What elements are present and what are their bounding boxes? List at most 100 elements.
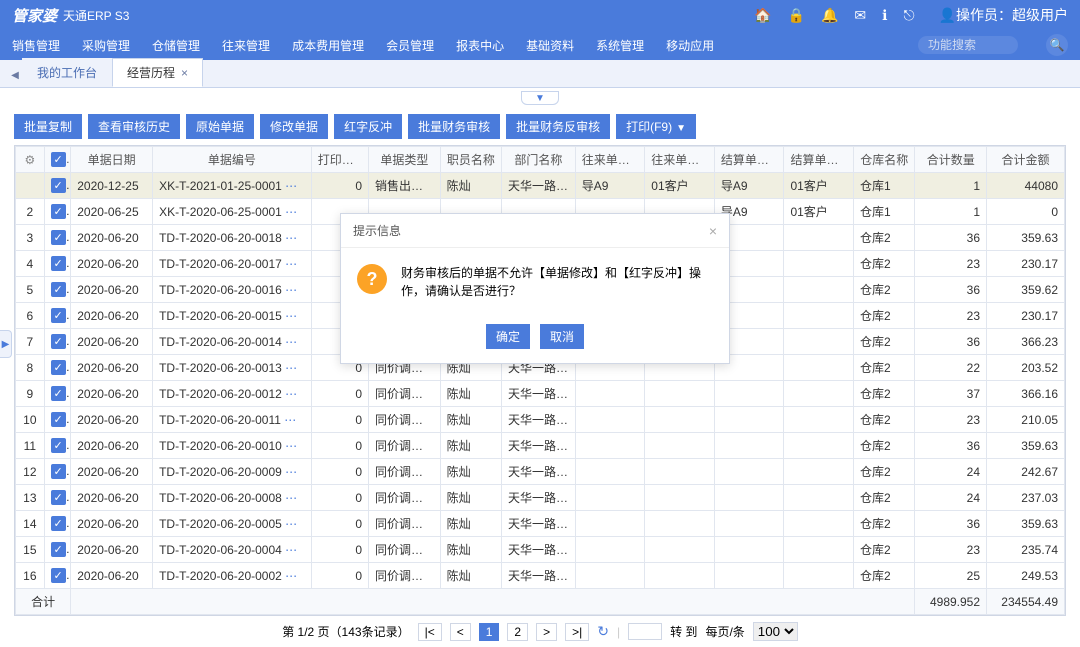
table-row[interactable]: 10✓2020-06-20TD-T-2020-06-20-0011 ⋯0同价调拨… bbox=[16, 407, 1065, 433]
batch-copy-button[interactable]: 批量复制 bbox=[14, 114, 82, 139]
dialog-ok-button[interactable]: 确定 bbox=[486, 324, 530, 349]
col-settle-code[interactable]: 结算单位编号 bbox=[714, 147, 784, 173]
select-all-checkbox[interactable]: ✓ bbox=[51, 152, 66, 167]
side-expand-handle[interactable]: ▶ bbox=[0, 330, 12, 358]
lock-icon[interactable]: 🔒 bbox=[788, 7, 805, 24]
dialog-close-icon[interactable]: × bbox=[709, 223, 717, 239]
detail-icon[interactable]: ⋯ bbox=[285, 361, 296, 375]
detail-icon[interactable]: ⋯ bbox=[284, 413, 295, 427]
detail-icon[interactable]: ⋯ bbox=[285, 543, 296, 557]
function-search-input[interactable] bbox=[928, 38, 1008, 52]
table-row[interactable]: 9✓2020-06-20TD-T-2020-06-20-0012 ⋯0同价调拨单… bbox=[16, 381, 1065, 407]
detail-icon[interactable]: ⋯ bbox=[285, 465, 296, 479]
pager-next-icon[interactable]: > bbox=[536, 623, 557, 641]
pager-jump-input[interactable] bbox=[628, 623, 662, 640]
detail-icon[interactable]: ⋯ bbox=[285, 179, 296, 193]
pager-prev-icon[interactable]: < bbox=[450, 623, 471, 641]
tab-history[interactable]: 经营历程× bbox=[112, 58, 203, 87]
edit-doc-button[interactable]: 修改单据 bbox=[260, 114, 328, 139]
pager-perpage-select[interactable]: 100 bbox=[753, 622, 798, 641]
row-checkbox[interactable]: ✓ bbox=[51, 386, 66, 401]
menu-base[interactable]: 基础资料 bbox=[526, 37, 574, 54]
row-checkbox[interactable]: ✓ bbox=[51, 230, 66, 245]
row-checkbox[interactable]: ✓ bbox=[51, 282, 66, 297]
col-date[interactable]: 单据日期 bbox=[71, 147, 153, 173]
detail-icon[interactable]: ⋯ bbox=[285, 387, 296, 401]
pager-jump-label[interactable]: 转 到 bbox=[670, 623, 697, 640]
detail-icon[interactable]: ⋯ bbox=[285, 335, 296, 349]
col-type[interactable]: 单据类型 bbox=[369, 147, 441, 173]
detail-icon[interactable]: ⋯ bbox=[285, 569, 296, 583]
row-checkbox[interactable]: ✓ bbox=[51, 204, 66, 219]
table-row[interactable]: 13✓2020-06-20TD-T-2020-06-20-0008 ⋯0同价调拨… bbox=[16, 485, 1065, 511]
row-checkbox[interactable]: ✓ bbox=[51, 464, 66, 479]
col-wh[interactable]: 仓库名称 bbox=[854, 147, 915, 173]
detail-icon[interactable]: ⋯ bbox=[285, 231, 296, 245]
col-settle-name[interactable]: 结算单位名称 bbox=[784, 147, 854, 173]
batch-audit-button[interactable]: 批量财务审核 bbox=[408, 114, 500, 139]
function-search[interactable] bbox=[918, 36, 1018, 54]
menu-system[interactable]: 系统管理 bbox=[596, 37, 644, 54]
print-button[interactable]: 打印(F9)▼ bbox=[616, 114, 696, 139]
menu-cost[interactable]: 成本费用管理 bbox=[292, 37, 364, 54]
info-icon[interactable]: ℹ bbox=[882, 7, 887, 24]
row-checkbox[interactable]: ✓ bbox=[51, 360, 66, 375]
detail-icon[interactable]: ⋯ bbox=[285, 439, 296, 453]
red-reverse-button[interactable]: 红字反冲 bbox=[334, 114, 402, 139]
view-audit-history-button[interactable]: 查看审核历史 bbox=[88, 114, 180, 139]
col-partner-code[interactable]: 往来单位编号 bbox=[575, 147, 645, 173]
table-row[interactable]: ✓2020-12-25XK-T-2021-01-25-0001 ⋯0销售出库单陈… bbox=[16, 173, 1065, 199]
table-row[interactable]: 14✓2020-06-20TD-T-2020-06-20-0005 ⋯0同价调拨… bbox=[16, 511, 1065, 537]
menu-report[interactable]: 报表中心 bbox=[456, 37, 504, 54]
operator-label[interactable]: 👤操作员：超级用户 bbox=[939, 5, 1068, 25]
message-icon[interactable]: ✉ bbox=[854, 7, 866, 24]
row-checkbox[interactable]: ✓ bbox=[51, 516, 66, 531]
tab-workbench[interactable]: 我的工作台 bbox=[22, 58, 112, 87]
refresh-icon[interactable]: ↻ bbox=[597, 623, 609, 640]
home-icon[interactable]: 🏠 bbox=[754, 7, 771, 24]
gear-icon[interactable]: ⚙ bbox=[24, 153, 35, 167]
collapse-toggle[interactable]: ▼ bbox=[521, 91, 559, 105]
detail-icon[interactable]: ⋯ bbox=[285, 257, 296, 271]
menu-mobile[interactable]: 移动应用 bbox=[666, 37, 714, 54]
pager-last-icon[interactable]: >| bbox=[565, 623, 589, 641]
menu-ar[interactable]: 往来管理 bbox=[222, 37, 270, 54]
pager-first-icon[interactable]: |< bbox=[418, 623, 442, 641]
bell-icon[interactable]: 🔔 bbox=[821, 7, 838, 24]
row-checkbox[interactable]: ✓ bbox=[51, 412, 66, 427]
detail-icon[interactable]: ⋯ bbox=[285, 491, 296, 505]
pager-page-2[interactable]: 2 bbox=[507, 623, 528, 641]
table-row[interactable]: 15✓2020-06-20TD-T-2020-06-20-0004 ⋯0同价调拨… bbox=[16, 537, 1065, 563]
table-row[interactable]: 16✓2020-06-20TD-T-2020-06-20-0002 ⋯0同价调拨… bbox=[16, 563, 1065, 589]
col-code[interactable]: 单据编号 bbox=[153, 147, 312, 173]
detail-icon[interactable]: ⋯ bbox=[285, 309, 296, 323]
row-checkbox[interactable]: ✓ bbox=[51, 490, 66, 505]
col-qty[interactable]: 合计数量 bbox=[915, 147, 987, 173]
col-partner-name[interactable]: 往来单位名称 bbox=[645, 147, 715, 173]
dialog-cancel-button[interactable]: 取消 bbox=[540, 324, 584, 349]
row-checkbox[interactable]: ✓ bbox=[51, 438, 66, 453]
row-checkbox[interactable]: ✓ bbox=[51, 568, 66, 583]
col-amt[interactable]: 合计金额 bbox=[987, 147, 1065, 173]
tab-prev-icon[interactable]: ◀ bbox=[8, 70, 22, 87]
tab-close-icon[interactable]: × bbox=[181, 66, 188, 80]
original-doc-button[interactable]: 原始单据 bbox=[186, 114, 254, 139]
menu-purchase[interactable]: 采购管理 bbox=[82, 37, 130, 54]
menu-member[interactable]: 会员管理 bbox=[386, 37, 434, 54]
col-dept[interactable]: 部门名称 bbox=[502, 147, 576, 173]
detail-icon[interactable]: ⋯ bbox=[285, 517, 296, 531]
table-row[interactable]: 11✓2020-06-20TD-T-2020-06-20-0010 ⋯0同价调拨… bbox=[16, 433, 1065, 459]
menu-sales[interactable]: 销售管理 bbox=[12, 37, 60, 54]
menu-warehouse[interactable]: 仓储管理 bbox=[152, 37, 200, 54]
pager-page-1[interactable]: 1 bbox=[479, 623, 500, 641]
batch-unaudit-button[interactable]: 批量财务反审核 bbox=[506, 114, 610, 139]
table-row[interactable]: 12✓2020-06-20TD-T-2020-06-20-0009 ⋯0同价调拨… bbox=[16, 459, 1065, 485]
col-emp[interactable]: 职员名称 bbox=[440, 147, 501, 173]
detail-icon[interactable]: ⋯ bbox=[285, 205, 296, 219]
detail-icon[interactable]: ⋯ bbox=[285, 283, 296, 297]
row-checkbox[interactable]: ✓ bbox=[51, 178, 66, 193]
row-checkbox[interactable]: ✓ bbox=[51, 256, 66, 271]
col-print[interactable]: 打印次数 bbox=[311, 147, 368, 173]
search-icon[interactable]: 🔍 bbox=[1046, 34, 1068, 56]
row-checkbox[interactable]: ✓ bbox=[51, 308, 66, 323]
